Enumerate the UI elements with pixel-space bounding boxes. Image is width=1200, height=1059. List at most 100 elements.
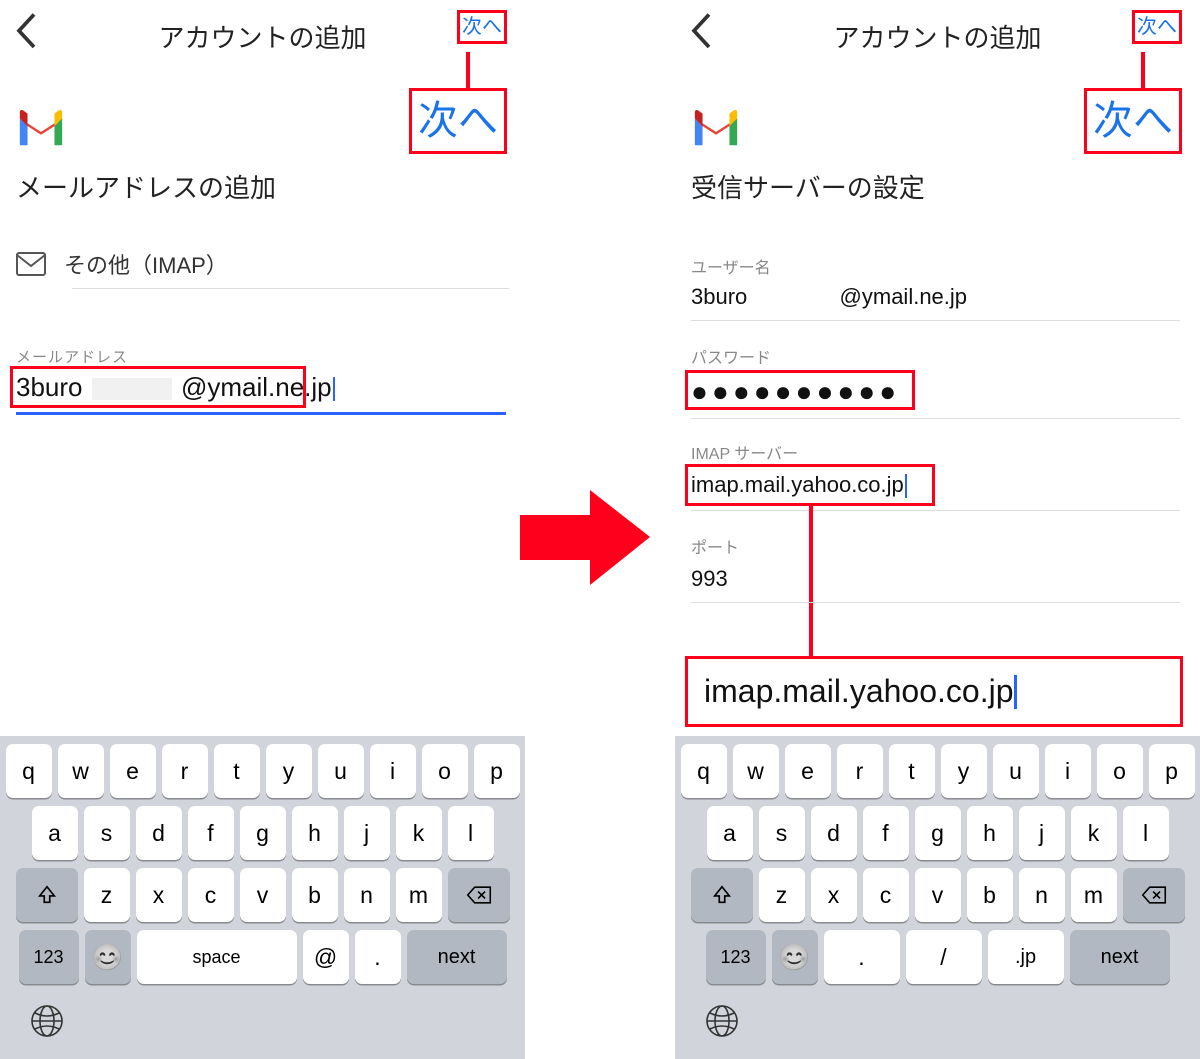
key-f[interactable]: f: [863, 806, 909, 860]
key-s[interactable]: s: [84, 806, 130, 860]
header-bar: アカウントの追加 次へ: [675, 0, 1200, 60]
next-button-small[interactable]: 次へ: [457, 10, 507, 44]
key-d[interactable]: d: [811, 806, 857, 860]
key-b[interactable]: b: [292, 868, 338, 922]
next-button-small[interactable]: 次へ: [1132, 10, 1182, 44]
phone-screen-right: アカウントの追加 次へ 次へ 受信サーバーの設定 ユーザー名 3buro @ym…: [675, 0, 1200, 1059]
numbers-key[interactable]: 123: [19, 930, 79, 984]
key-o[interactable]: o: [1097, 744, 1143, 798]
globe-key[interactable]: [705, 1004, 739, 1043]
keyboard-row-3: zxcvbnm: [0, 860, 525, 922]
input-underline: [16, 412, 506, 415]
imap-option-row: その他（IMAP）: [16, 248, 228, 280]
section-title: メールアドレスの追加: [16, 168, 276, 205]
emoji-key[interactable]: 😊: [772, 930, 818, 984]
key-e[interactable]: e: [110, 744, 156, 798]
key-l[interactable]: l: [1123, 806, 1169, 860]
key-p[interactable]: p: [1149, 744, 1195, 798]
port-value[interactable]: 993: [691, 566, 728, 592]
keyboard-row-1: qwertyuiop: [0, 736, 525, 798]
key-j[interactable]: j: [1019, 806, 1065, 860]
key-i[interactable]: i: [1045, 744, 1091, 798]
key-q[interactable]: q: [6, 744, 52, 798]
backspace-key[interactable]: [1123, 868, 1185, 922]
header-title: アカウントの追加: [0, 18, 525, 55]
key-y[interactable]: y: [941, 744, 987, 798]
phone-screen-left: アカウントの追加 次へ 次へ メールアドレスの追加 その他（IMAP） メールア…: [0, 0, 525, 1059]
key-q[interactable]: q: [681, 744, 727, 798]
imap-callout: imap.mail.yahoo.co.jp: [685, 656, 1183, 727]
key-v[interactable]: v: [240, 868, 286, 922]
gmail-logo-icon: [691, 108, 741, 148]
emoji-icon: 😊: [778, 942, 810, 973]
at-key[interactable]: @: [303, 930, 349, 984]
imap-server-label: IMAP サーバー: [691, 440, 798, 464]
key-m[interactable]: m: [396, 868, 442, 922]
key-l[interactable]: l: [448, 806, 494, 860]
shift-key[interactable]: [16, 868, 78, 922]
key-m[interactable]: m: [1071, 868, 1117, 922]
key-f[interactable]: f: [188, 806, 234, 860]
email-field-label: メールアドレス: [16, 346, 128, 367]
next-key[interactable]: next: [407, 930, 507, 984]
key-n[interactable]: n: [344, 868, 390, 922]
key-u[interactable]: u: [318, 744, 364, 798]
ios-keyboard: qwertyuiop asdfghjkl zxcvbnm 123 😊 . / .…: [675, 736, 1200, 1059]
numbers-key[interactable]: 123: [706, 930, 766, 984]
key-z[interactable]: z: [84, 868, 130, 922]
key-h[interactable]: h: [967, 806, 1013, 860]
key-c[interactable]: c: [188, 868, 234, 922]
key-v[interactable]: v: [915, 868, 961, 922]
key-i[interactable]: i: [370, 744, 416, 798]
emoji-icon: 😊: [91, 942, 123, 973]
keyboard-row-3: zxcvbnm: [675, 860, 1200, 922]
key-s[interactable]: s: [759, 806, 805, 860]
next-key[interactable]: next: [1070, 930, 1170, 984]
annotation-imap-box: [685, 464, 935, 506]
username-prefix: 3buro: [691, 284, 747, 309]
key-g[interactable]: g: [240, 806, 286, 860]
backspace-key[interactable]: [448, 868, 510, 922]
key-e[interactable]: e: [785, 744, 831, 798]
key-t[interactable]: t: [214, 744, 260, 798]
divider: [691, 418, 1180, 419]
key-r[interactable]: r: [162, 744, 208, 798]
key-a[interactable]: a: [32, 806, 78, 860]
key-j[interactable]: j: [344, 806, 390, 860]
key-z[interactable]: z: [759, 868, 805, 922]
key-u[interactable]: u: [993, 744, 1039, 798]
key-n[interactable]: n: [1019, 868, 1065, 922]
key-k[interactable]: k: [396, 806, 442, 860]
divider: [691, 320, 1180, 321]
slash-key[interactable]: /: [906, 930, 982, 984]
key-x[interactable]: x: [811, 868, 857, 922]
key-d[interactable]: d: [136, 806, 182, 860]
key-y[interactable]: y: [266, 744, 312, 798]
keyboard-row-1: qwertyuiop: [675, 736, 1200, 798]
ios-keyboard: qwertyuiop asdfghjkl zxcvbnm 123 😊 space…: [0, 736, 525, 1059]
key-b[interactable]: b: [967, 868, 1013, 922]
annotation-connector-vertical: [809, 506, 813, 658]
shift-key[interactable]: [691, 868, 753, 922]
key-p[interactable]: p: [474, 744, 520, 798]
key-o[interactable]: o: [422, 744, 468, 798]
globe-key[interactable]: [30, 1004, 64, 1043]
key-w[interactable]: w: [733, 744, 779, 798]
key-k[interactable]: k: [1071, 806, 1117, 860]
key-t[interactable]: t: [889, 744, 935, 798]
key-g[interactable]: g: [915, 806, 961, 860]
key-x[interactable]: x: [136, 868, 182, 922]
jp-key[interactable]: .jp: [988, 930, 1064, 984]
key-a[interactable]: a: [707, 806, 753, 860]
text-cursor: [333, 377, 335, 401]
dot-key[interactable]: .: [824, 930, 900, 984]
dot-key[interactable]: .: [355, 930, 401, 984]
key-c[interactable]: c: [863, 868, 909, 922]
username-value[interactable]: 3buro @ymail.ne.jp: [691, 284, 967, 310]
key-h[interactable]: h: [292, 806, 338, 860]
key-r[interactable]: r: [837, 744, 883, 798]
emoji-key[interactable]: 😊: [85, 930, 131, 984]
keyboard-row-2: asdfghjkl: [0, 798, 525, 860]
space-key[interactable]: space: [137, 930, 297, 984]
key-w[interactable]: w: [58, 744, 104, 798]
